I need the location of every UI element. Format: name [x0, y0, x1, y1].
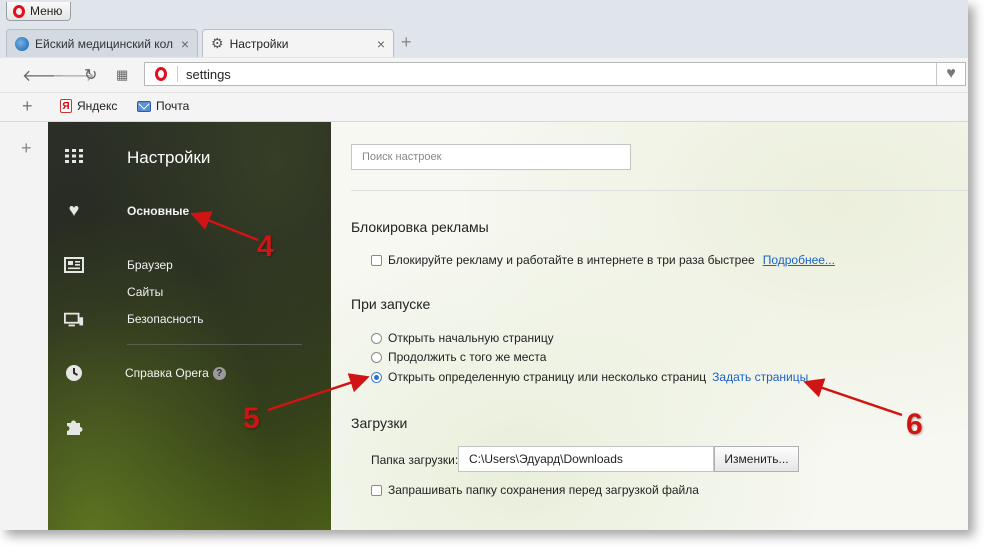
speed-dial-grid-icon[interactable] — [64, 146, 84, 166]
option-label: Открыть начальную страницу — [388, 331, 554, 345]
tab-label: Настройки — [229, 36, 289, 51]
annotation-4: 4 — [257, 230, 274, 263]
help-question-icon: ? — [212, 367, 226, 381]
address-input[interactable]: settings — [186, 67, 936, 82]
sidebar-item-security[interactable]: Безопасность — [127, 312, 204, 326]
sidebar-item-basic[interactable]: Основные — [127, 204, 189, 218]
navigation-toolbar: 🡐 🡒 ↻ ▦ settings ♥ — [0, 58, 968, 93]
title-bar: Меню — [0, 0, 968, 26]
change-folder-button[interactable]: Изменить... — [714, 446, 799, 472]
radio-button[interactable] — [371, 332, 382, 344]
menu-label: Меню — [30, 4, 63, 18]
bookmarks-bar: + Я Яндекс Почта — [0, 93, 968, 122]
bookmark-yandex[interactable]: Я Яндекс — [60, 99, 117, 113]
heart-icon[interactable]: ♥ — [936, 63, 965, 85]
option-label: Продолжить с того же места — [388, 350, 547, 364]
browser-window: Меню Ейский медицинский кол × ⚙ Настройк… — [0, 0, 968, 530]
startup-option-continue[interactable]: Продолжить с того же места — [371, 350, 546, 364]
reload-icon[interactable]: ↻ — [84, 65, 97, 85]
download-folder-label: Папка загрузки: — [371, 453, 459, 467]
startup-heading: При запуске — [351, 296, 431, 312]
sidebar-title: Настройки — [127, 148, 211, 167]
download-folder-field[interactable]: C:\Users\Эдуард\Downloads — [458, 446, 714, 472]
ask-folder-row: Запрашивать папку сохранения перед загру… — [371, 483, 699, 497]
option-label: Открыть определенную страницу или нескол… — [388, 370, 707, 384]
sidebar-item-sites[interactable]: Сайты — [127, 285, 163, 299]
bookmark-mail[interactable]: Почта — [137, 99, 189, 113]
search-settings-input[interactable]: Поиск настроек — [351, 144, 631, 170]
heart-icon[interactable]: ♥ — [64, 200, 84, 220]
bookmark-label: Яндекс — [77, 99, 118, 113]
opera-logo-icon — [13, 4, 25, 18]
help-label: Справка Opera — [125, 366, 209, 380]
ask-folder-checkbox[interactable] — [371, 484, 382, 496]
tab-settings[interactable]: ⚙ Настройки × — [202, 29, 394, 57]
extensions-puzzle-icon[interactable] — [64, 417, 84, 437]
tab-strip: Ейский медицинский кол × ⚙ Настройки × + — [0, 26, 968, 58]
settings-sidebar: ♥ Настройки Основные Браузер Сайты Безоп… — [48, 122, 331, 530]
yandex-icon: Я — [60, 99, 72, 113]
settings-content: Поиск настроек Блокировка рекламы Блокир… — [331, 122, 968, 530]
menu-button[interactable]: Меню — [6, 2, 72, 21]
startup-option-specific[interactable]: Открыть определенную страницу или нескол… — [371, 370, 808, 384]
opera-logo-icon — [155, 67, 167, 81]
gear-icon: ⚙ — [211, 35, 224, 51]
radio-button[interactable] — [371, 351, 382, 363]
tab-medical-college[interactable]: Ейский медицинский кол × — [6, 29, 198, 57]
annotation-5: 5 — [243, 402, 260, 435]
new-tab-plus-icon[interactable]: + — [401, 32, 412, 53]
globe-icon — [15, 36, 29, 51]
bookmark-label: Почта — [156, 99, 190, 113]
set-pages-link[interactable]: Задать страницы — [712, 370, 808, 384]
close-icon[interactable]: × — [181, 36, 189, 52]
ask-folder-label: Запрашивать папку сохранения перед загру… — [388, 483, 699, 497]
radio-button-checked[interactable] — [371, 371, 382, 383]
adblock-label: Блокируйте рекламу и работайте в интерне… — [388, 253, 755, 267]
divider — [351, 190, 968, 191]
startup-option-home[interactable]: Открыть начальную страницу — [371, 331, 554, 345]
adblock-checkbox[interactable] — [371, 254, 382, 266]
close-icon[interactable]: × — [377, 36, 385, 52]
sidebar-item-help[interactable]: Справка Opera? — [125, 366, 226, 381]
annotation-6: 6 — [906, 408, 923, 441]
sidebar-divider — [127, 344, 302, 345]
tab-label: Ейский медицинский кол — [35, 36, 174, 51]
adblock-heading: Блокировка рекламы — [351, 219, 489, 235]
address-bar[interactable]: settings ♥ — [144, 62, 966, 86]
speed-dial-grid-icon[interactable]: ▦ — [116, 67, 128, 83]
adblock-row: Блокируйте рекламу и работайте в интерне… — [371, 253, 835, 267]
downloads-heading: Загрузки — [351, 415, 408, 431]
divider — [177, 66, 178, 82]
history-clock-icon[interactable] — [64, 363, 84, 383]
more-link[interactable]: Подробнее... — [763, 253, 835, 267]
add-bookmark-plus-icon[interactable]: + — [22, 96, 33, 117]
plus-icon[interactable]: + — [21, 138, 32, 159]
mail-icon — [137, 100, 151, 112]
sidebar-item-browser[interactable]: Браузер — [127, 258, 173, 272]
news-icon[interactable] — [64, 255, 84, 275]
left-side-panel: + — [0, 122, 48, 530]
devices-icon[interactable] — [64, 310, 84, 330]
